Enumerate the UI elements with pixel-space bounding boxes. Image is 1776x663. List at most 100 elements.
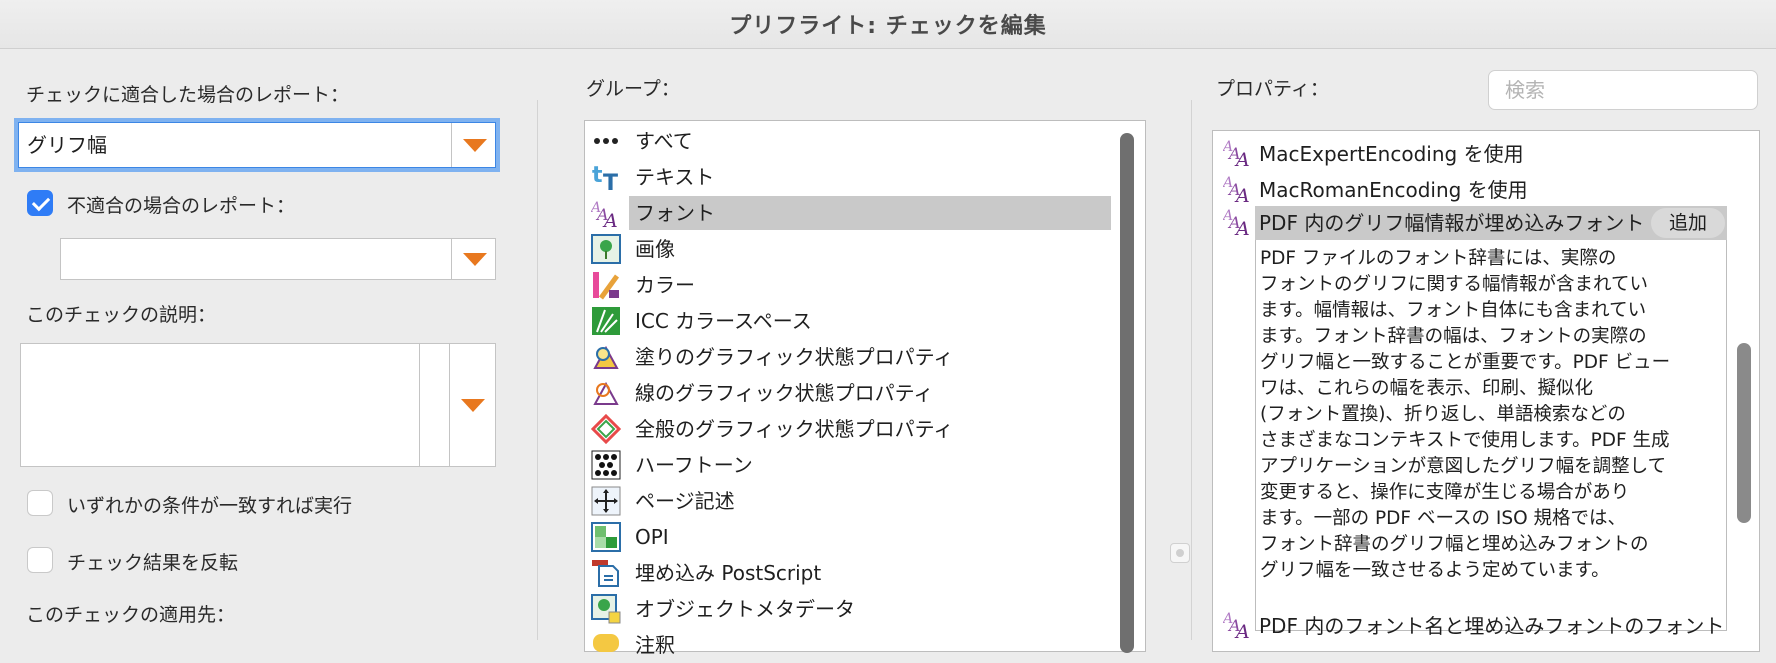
icc-icon bbox=[591, 306, 621, 336]
property-item[interactable]: AAA MacExpertEncoding を使用 bbox=[1221, 134, 1524, 171]
description-line: ます。一部の PDF ベースの ISO 規格では、 bbox=[1260, 508, 1627, 529]
invert-result-label: チェック結果を反転 bbox=[67, 552, 239, 574]
group-item-general-state[interactable]: 全般のグラフィック状態プロパティ bbox=[591, 411, 1111, 447]
group-item-opi[interactable]: OPI bbox=[591, 519, 1111, 555]
metadata-icon bbox=[591, 594, 621, 624]
group-label: 画像 bbox=[635, 237, 675, 261]
svg-text:t: t bbox=[592, 163, 603, 188]
properties-list[interactable]: AAA MacExpertEncoding を使用 AAA MacRomanEn… bbox=[1212, 130, 1760, 652]
group-item-page-description[interactable]: ページ記述 bbox=[591, 483, 1111, 519]
page-description-icon bbox=[591, 486, 621, 516]
more-icon bbox=[591, 126, 621, 156]
properties-label: プロパティ： bbox=[1216, 78, 1329, 100]
description-line: PDF ファイルのフォント辞書には、実際の bbox=[1260, 248, 1617, 269]
report-if-not-match-label: 不適合の場合のレポート： bbox=[67, 195, 296, 217]
description-line: 変更すると、操作に支障が生じる場合があり bbox=[1260, 482, 1630, 503]
group-item-postscript[interactable]: 埋め込み PostScript bbox=[591, 555, 1111, 591]
group-label: 全般のグラフィック状態プロパティ bbox=[635, 417, 954, 441]
group-item-fill-state[interactable]: 塗りのグラフィック状態プロパティ bbox=[591, 339, 1111, 375]
property-label: PDF 内のグリフ幅情報が埋め込みフォント bbox=[1259, 211, 1645, 235]
property-label: PDF 内のフォント名と埋め込みフォントのフォント bbox=[1259, 613, 1725, 638]
group-item-annotation[interactable]: 注釈 bbox=[591, 627, 1111, 663]
image-icon bbox=[591, 234, 621, 264]
search-input[interactable] bbox=[1503, 71, 1737, 109]
font-icon: AAA bbox=[1221, 609, 1253, 643]
description-line: ます。フォント辞書の幅は、フォントの実際の bbox=[1260, 326, 1647, 347]
invert-result-checkbox[interactable] bbox=[27, 547, 53, 573]
groups-list[interactable]: すべて tT テキスト AAA フォント 画像 カラー ICC カラースペース bbox=[584, 120, 1146, 657]
group-label: 注釈 bbox=[635, 633, 675, 657]
groups-label: グループ： bbox=[586, 78, 680, 100]
property-label: MacExpertEncoding を使用 bbox=[1259, 141, 1524, 166]
group-label: 線のグラフィック状態プロパティ bbox=[635, 381, 934, 405]
property-description-text: PDF ファイルのフォント辞書には、実際の フォントのグリフに関する幅情報が含まれ… bbox=[1260, 246, 1670, 584]
group-label: カラー bbox=[635, 273, 695, 297]
apply-to-label: このチェックの適用先： bbox=[26, 604, 236, 626]
group-item-icc[interactable]: ICC カラースペース bbox=[591, 303, 1111, 339]
svg-text:T: T bbox=[603, 171, 618, 192]
group-label: OPI bbox=[635, 525, 669, 549]
group-label: オブジェクトメタデータ bbox=[635, 597, 855, 621]
property-item[interactable]: AAA MacRomanEncoding を使用 bbox=[1221, 170, 1528, 207]
group-item-metadata[interactable]: オブジェクトメタデータ bbox=[591, 591, 1111, 627]
group-label: すべて bbox=[635, 129, 693, 153]
description-line: さまざまなコンテキストで使用します。PDF 生成 bbox=[1260, 430, 1670, 451]
property-description: PDF ファイルのフォント辞書には、実際の フォントのグリフに関する幅情報が含まれ… bbox=[1255, 240, 1727, 631]
font-icon: AAA bbox=[1221, 173, 1253, 207]
halftone-icon bbox=[591, 450, 621, 480]
property-item[interactable]: AAA PDF 内のフォント名と埋め込みフォントのフォント bbox=[1221, 606, 1725, 643]
group-label: ICC カラースペース bbox=[635, 309, 812, 333]
any-condition-checkbox[interactable] bbox=[27, 490, 53, 516]
group-item-image[interactable]: 画像 bbox=[591, 231, 1111, 267]
text-icon: tT bbox=[591, 162, 621, 192]
group-label: 塗りのグラフィック状態プロパティ bbox=[635, 345, 954, 369]
property-item-selected[interactable]: PDF 内のグリフ幅情報が埋め込みフォント 追加 bbox=[1255, 206, 1727, 240]
properties-scrollbar[interactable] bbox=[1737, 343, 1751, 523]
dropdown-arrow-icon[interactable] bbox=[463, 253, 487, 266]
splitter-handle[interactable] bbox=[1170, 543, 1190, 563]
font-icon: AAA bbox=[1221, 137, 1253, 171]
description-field[interactable] bbox=[20, 343, 496, 467]
field-separator bbox=[449, 344, 450, 466]
group-item-halftone[interactable]: ハーフトーン bbox=[591, 447, 1111, 483]
pane-divider bbox=[537, 100, 538, 640]
svg-text:A: A bbox=[1234, 149, 1250, 167]
combo-separator bbox=[451, 239, 452, 279]
group-label: 埋め込み PostScript bbox=[635, 561, 822, 585]
search-field[interactable] bbox=[1488, 70, 1758, 110]
font-icon: AAA bbox=[591, 198, 621, 228]
group-label: ページ記述 bbox=[635, 489, 735, 513]
report-if-match-combo[interactable]: グリフ幅 bbox=[18, 122, 496, 168]
group-item-color[interactable]: カラー bbox=[591, 267, 1111, 303]
report-if-match-label: チェックに適合した場合のレポート： bbox=[26, 84, 350, 106]
groups-scrollbar[interactable] bbox=[1120, 133, 1134, 653]
combo-separator bbox=[451, 123, 452, 167]
group-item-font[interactable]: AAA フォント bbox=[591, 195, 1111, 231]
dropdown-arrow-icon[interactable] bbox=[463, 139, 487, 152]
group-item-all[interactable]: すべて bbox=[591, 123, 1111, 159]
opi-icon bbox=[591, 522, 621, 552]
description-line: フォント辞書のグリフ幅と埋め込みフォントの bbox=[1260, 534, 1649, 555]
svg-text:A: A bbox=[1234, 185, 1250, 203]
svg-text:A: A bbox=[1234, 218, 1250, 236]
description-line: アプリケーションが意図したグリフ幅を調整して bbox=[1260, 456, 1667, 477]
description-line: ワは、これらの幅を表示、印刷、擬似化 bbox=[1260, 378, 1594, 399]
description-line: (フォント置換)、折り返し、単語検索などの bbox=[1260, 404, 1626, 425]
pane-divider bbox=[1191, 100, 1192, 640]
color-icon bbox=[591, 270, 621, 300]
group-label: テキスト bbox=[635, 165, 715, 189]
dropdown-arrow-icon[interactable] bbox=[461, 399, 485, 412]
group-item-stroke-state[interactable]: 線のグラフィック状態プロパティ bbox=[591, 375, 1111, 411]
stroke-state-icon bbox=[591, 378, 621, 408]
postscript-icon bbox=[591, 558, 621, 588]
group-label: ハーフトーン bbox=[635, 453, 753, 477]
group-label: フォント bbox=[629, 196, 1111, 230]
description-line: グリフ幅を一致させるよう定めています。 bbox=[1260, 560, 1610, 581]
report-if-match-value[interactable]: グリフ幅 bbox=[27, 123, 107, 167]
group-item-text[interactable]: tT テキスト bbox=[591, 159, 1111, 195]
svg-text:A: A bbox=[602, 210, 618, 228]
report-if-not-match-combo[interactable] bbox=[60, 238, 496, 280]
add-button[interactable]: 追加 bbox=[1651, 208, 1725, 238]
report-if-not-match-checkbox[interactable] bbox=[27, 190, 53, 216]
field-separator bbox=[419, 344, 420, 466]
